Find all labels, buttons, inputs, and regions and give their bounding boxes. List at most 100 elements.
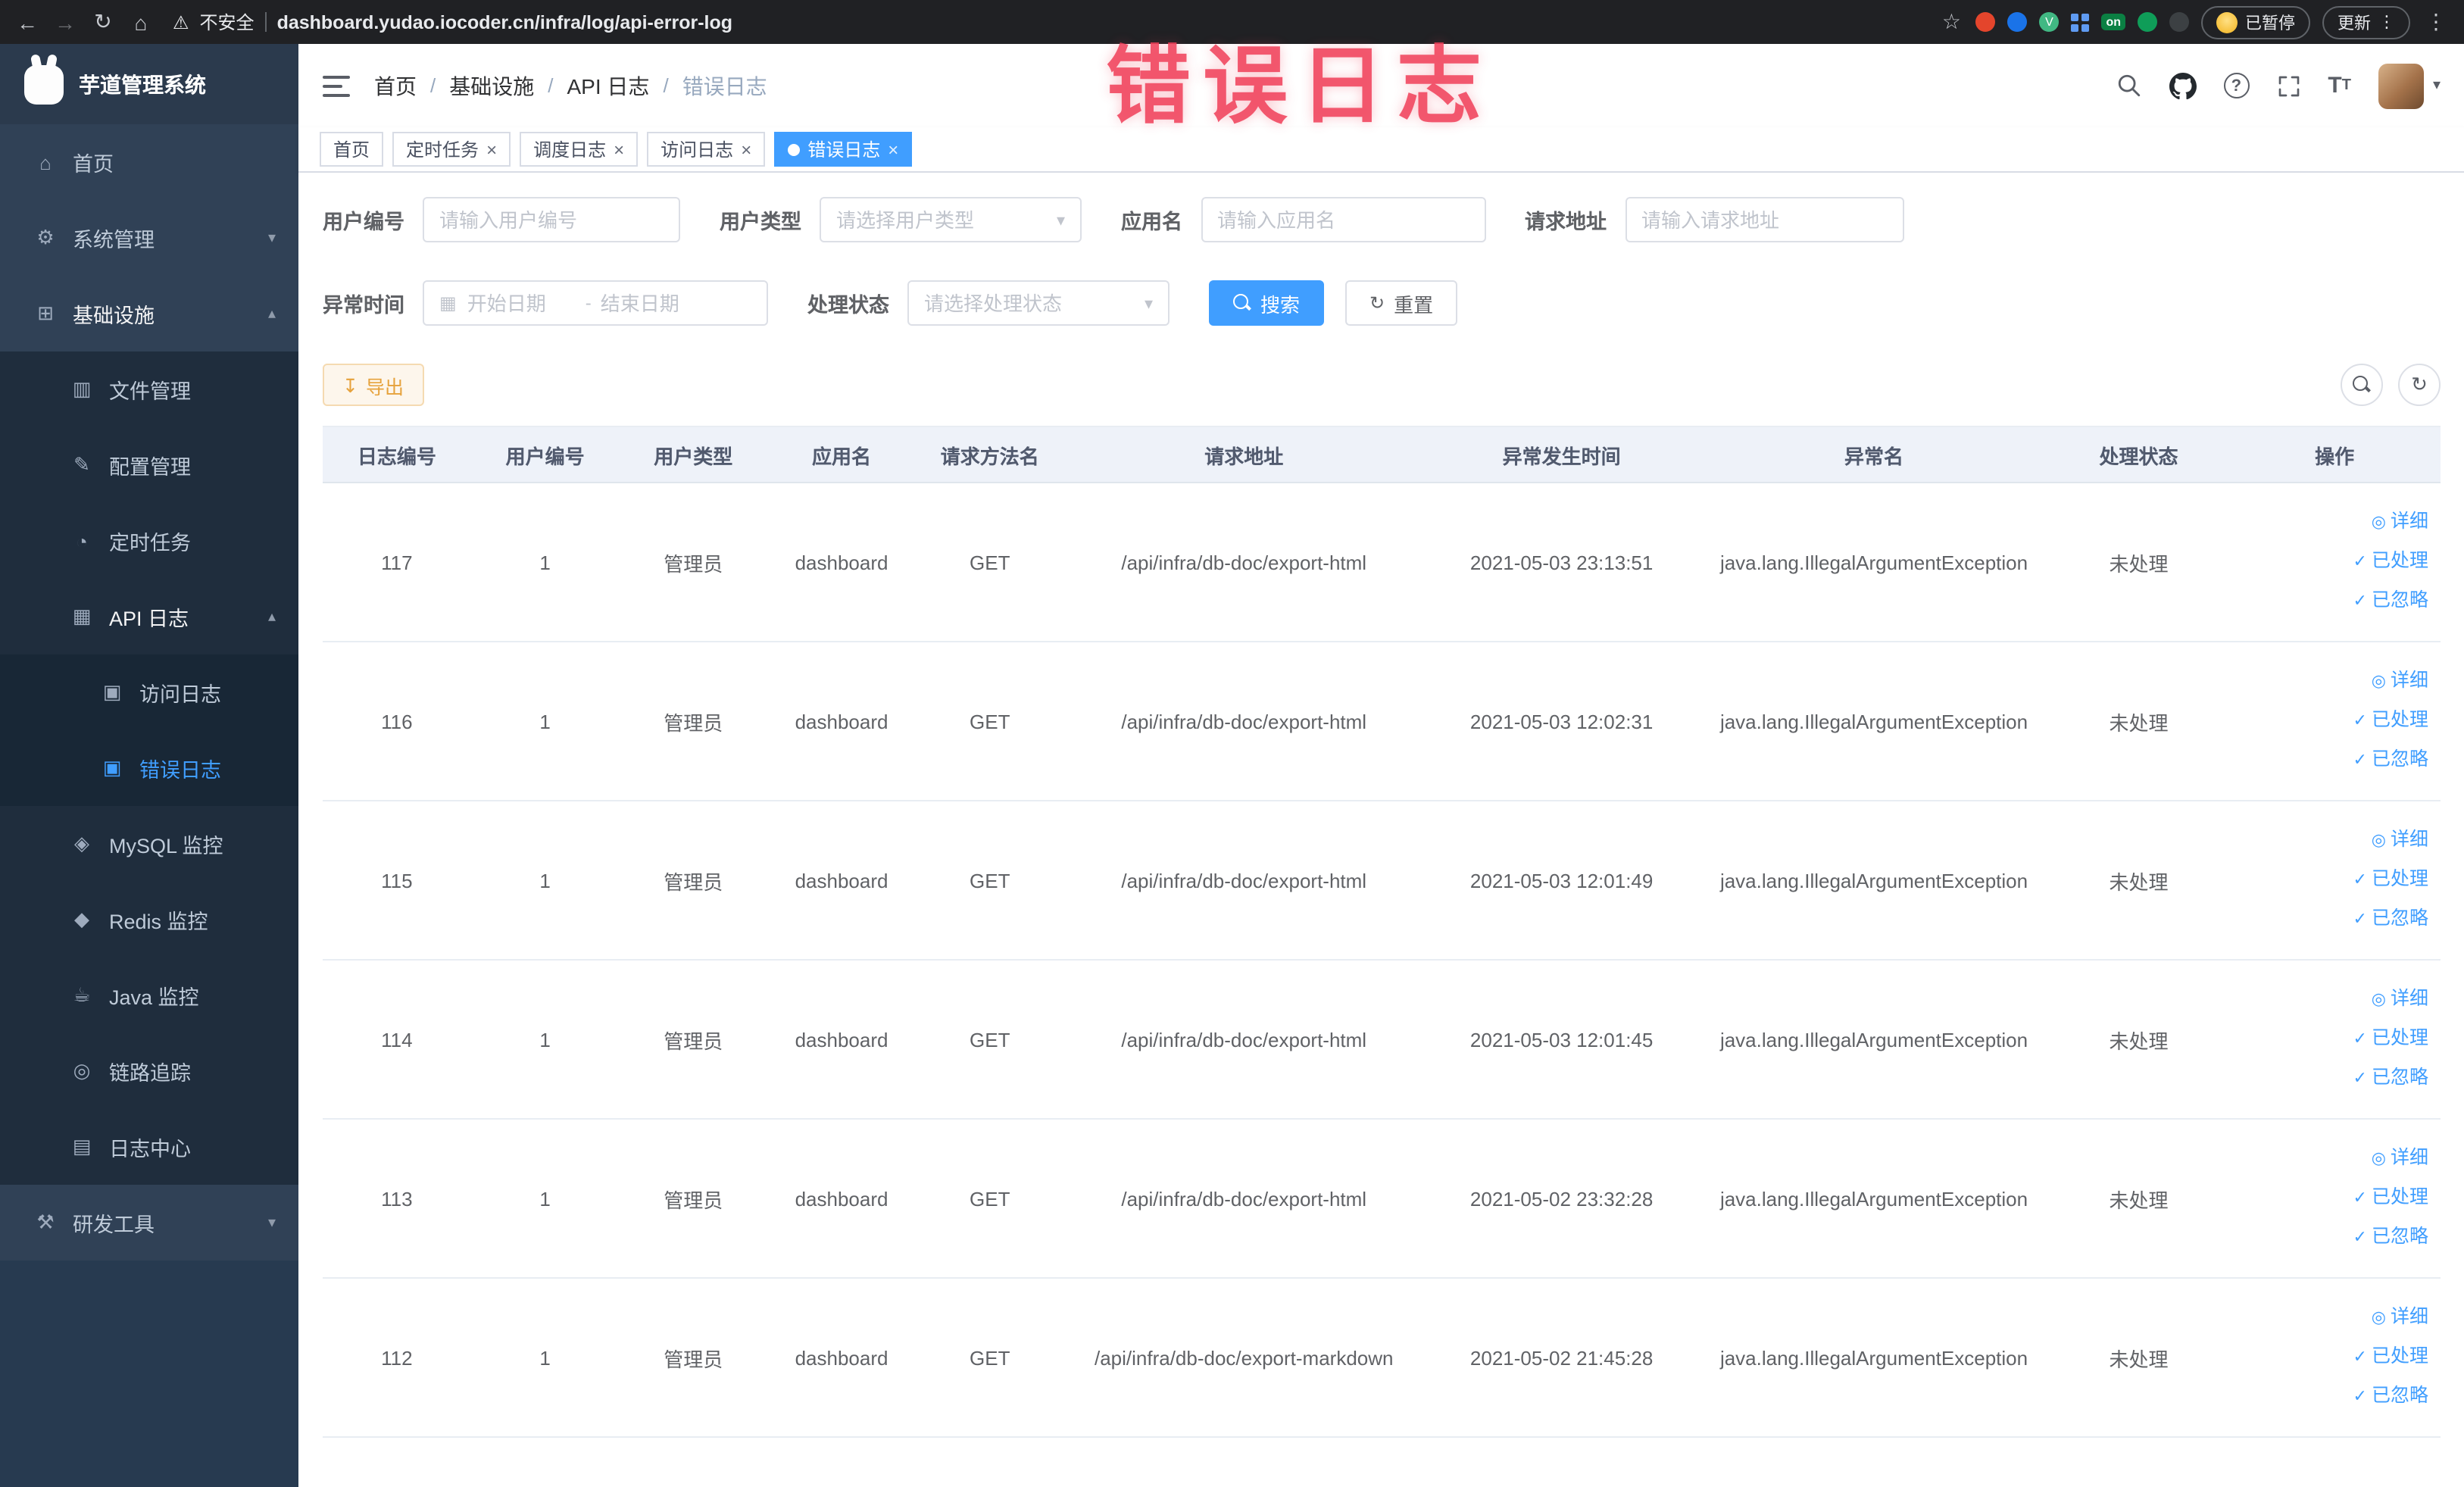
mark-ignored-link[interactable]: ✓ 已忽略 (2228, 741, 2428, 780)
eye-icon: ◎ (2371, 991, 2386, 1009)
detail-link[interactable]: ◎ 详细 (2228, 1298, 2428, 1338)
check-icon: ✓ (2353, 1229, 2367, 1247)
user-menu[interactable]: ▾ (2378, 63, 2441, 108)
extension-grid-icon[interactable] (2071, 13, 2090, 31)
extension-dark-icon[interactable] (2169, 12, 2189, 32)
breadcrumb-home[interactable]: 首页 (374, 70, 417, 101)
breadcrumb-api-log[interactable]: API 日志 (567, 70, 650, 101)
close-icon[interactable]: × (614, 140, 624, 158)
mark-ignored-link[interactable]: ✓ 已忽略 (2228, 900, 2428, 939)
start-date-input[interactable] (467, 292, 576, 314)
back-icon[interactable]: ← (15, 10, 39, 34)
process-status-select[interactable] (924, 292, 1135, 314)
sidebar-item[interactable]: ▦ API 日志 ▴ (0, 579, 298, 654)
sidebar-item[interactable]: ◆ Redis 监控 (0, 882, 298, 957)
sidebar-item-label: 首页 (73, 153, 114, 176)
vue-devtools-icon[interactable]: V (2039, 12, 2060, 32)
browser-menu-icon[interactable]: ⋮ (2422, 9, 2450, 35)
extension-on-badge[interactable]: on (2101, 14, 2125, 30)
address-bar[interactable]: ⚠ 不安全 dashboard.yudao.iocoder.cn/infra/l… (167, 9, 1925, 35)
mark-processed-link[interactable]: ✓ 已处理 (2228, 1338, 2428, 1377)
sidebar-item-label: 研发工具 (73, 1214, 155, 1236)
mark-processed-link[interactable]: ✓ 已处理 (2228, 861, 2428, 900)
sidebar-item[interactable]: ⊞ 基础设施 ▴ (0, 276, 298, 351)
sidebar-toggle-icon[interactable] (323, 75, 350, 96)
extension-green-icon[interactable] (2138, 12, 2157, 32)
sidebar-item-label: 错误日志 (139, 759, 221, 782)
filter-request-url: 请求地址 (1525, 197, 1903, 242)
help-icon[interactable]: ? (2223, 73, 2250, 98)
detail-link[interactable]: ◎ 详细 (2228, 1139, 2428, 1179)
mark-processed-link[interactable]: ✓ 已处理 (2228, 1179, 2428, 1218)
github-icon[interactable] (2169, 72, 2197, 99)
view-tab[interactable]: 定时任务 × (392, 132, 511, 167)
forward-icon[interactable]: → (53, 10, 77, 34)
home-icon[interactable]: ⌂ (129, 10, 153, 34)
avatar[interactable] (2378, 63, 2424, 108)
user-type-select[interactable] (836, 208, 1048, 231)
sidebar-item[interactable]: ◔ 定时任务 (0, 503, 298, 579)
close-icon[interactable]: × (888, 140, 898, 158)
bookmark-star-icon[interactable]: ☆ (1939, 9, 1963, 35)
magnifier-icon (1233, 294, 1251, 312)
view-tab[interactable]: 错误日志 × (774, 132, 913, 167)
paused-badge[interactable]: 已暂停 (2201, 5, 2310, 39)
end-date-input[interactable] (600, 292, 710, 314)
sidebar-item[interactable]: ▣ 错误日志 (0, 730, 298, 806)
detail-link[interactable]: ◎ 详细 (2228, 503, 2428, 542)
toggle-search-button[interactable] (2341, 364, 2383, 406)
user-id-input[interactable] (439, 208, 664, 231)
close-icon[interactable]: × (741, 140, 751, 158)
cell-request-url: /api/infra/db-doc/export-markdown (1063, 1278, 1424, 1438)
mark-ignored-link[interactable]: ✓ 已忽略 (2228, 1377, 2428, 1417)
sidebar-item[interactable]: ✎ 配置管理 (0, 427, 298, 503)
close-icon[interactable]: × (486, 140, 497, 158)
refresh-table-button[interactable]: ↻ (2398, 364, 2441, 406)
update-button[interactable]: 更新 ⋮ (2322, 5, 2410, 39)
mark-processed-link[interactable]: ✓ 已处理 (2228, 701, 2428, 741)
reload-icon[interactable]: ↻ (91, 9, 115, 35)
caret-down-icon: ▾ (2432, 77, 2441, 94)
export-button[interactable]: ↧ 导出 (323, 364, 423, 406)
sidebar-item[interactable]: ⚙ 系统管理 ▾ (0, 200, 298, 276)
sidebar-item[interactable]: ▥ 文件管理 (0, 351, 298, 427)
mark-processed-link[interactable]: ✓ 已处理 (2228, 542, 2428, 582)
sidebar-item[interactable]: ⚒ 研发工具 ▾ (0, 1185, 298, 1261)
table-header-row: 日志编号 用户编号 用户类型 应用名 请求方法名 请求地址 异常发生时间 异常名… (323, 426, 2441, 483)
mark-processed-link[interactable]: ✓ 已处理 (2228, 1020, 2428, 1059)
detail-link[interactable]: ◎ 详细 (2228, 980, 2428, 1020)
cell-log-id: 114 (323, 960, 471, 1120)
breadcrumb-infra[interactable]: 基础设施 (449, 70, 534, 101)
infra-icon: ⊞ (37, 301, 54, 324)
sidebar-item-label: 链路追踪 (109, 1062, 191, 1085)
filter-row-2: 异常时间 ▦ - 处理状态 ▾ (323, 280, 2441, 326)
view-tab[interactable]: 访问日志 × (647, 132, 766, 167)
sidebar-item[interactable]: ◎ 链路追踪 (0, 1033, 298, 1109)
url-text[interactable]: dashboard.yudao.iocoder.cn/infra/log/api… (277, 11, 732, 33)
mark-ignored-link[interactable]: ✓ 已忽略 (2228, 1059, 2428, 1098)
detail-link[interactable]: ◎ 详细 (2228, 662, 2428, 701)
reset-button[interactable]: ↻ 重置 (1345, 280, 1458, 326)
mark-ignored-link[interactable]: ✓ 已忽略 (2228, 1218, 2428, 1257)
search-button[interactable]: 搜索 (1209, 280, 1325, 326)
request-url-input[interactable] (1641, 208, 1887, 231)
sidebar-item[interactable]: ◈ MySQL 监控 (0, 806, 298, 882)
sidebar-item[interactable]: ☕ Java 监控 (0, 957, 298, 1033)
detail-link[interactable]: ◎ 详细 (2228, 821, 2428, 861)
mark-ignored-link[interactable]: ✓ 已忽略 (2228, 582, 2428, 621)
view-tab[interactable]: 首页 (320, 132, 384, 167)
extension-red-icon[interactable] (1975, 12, 1996, 32)
fullscreen-icon[interactable] (2276, 73, 2300, 98)
app-name-input[interactable] (1217, 208, 1469, 231)
security-label[interactable]: 不安全 (200, 9, 255, 35)
view-tab[interactable]: 调度日志 × (520, 132, 639, 167)
filter-user-type: 用户类型 ▾ (720, 197, 1082, 242)
font-size-icon[interactable]: TT (2328, 73, 2351, 98)
sidebar-item[interactable]: ▣ 访问日志 (0, 654, 298, 730)
extension-blue-icon[interactable] (2007, 12, 2028, 32)
app-logo[interactable]: 芋道管理系统 (0, 44, 298, 124)
table-row: 117 1 管理员 dashboard GET /api/infra/db-do… (323, 483, 2441, 642)
sidebar-item[interactable]: ⌂ 首页 (0, 124, 298, 200)
sidebar-item[interactable]: ▤ 日志中心 (0, 1109, 298, 1185)
search-icon[interactable] (2116, 73, 2141, 98)
